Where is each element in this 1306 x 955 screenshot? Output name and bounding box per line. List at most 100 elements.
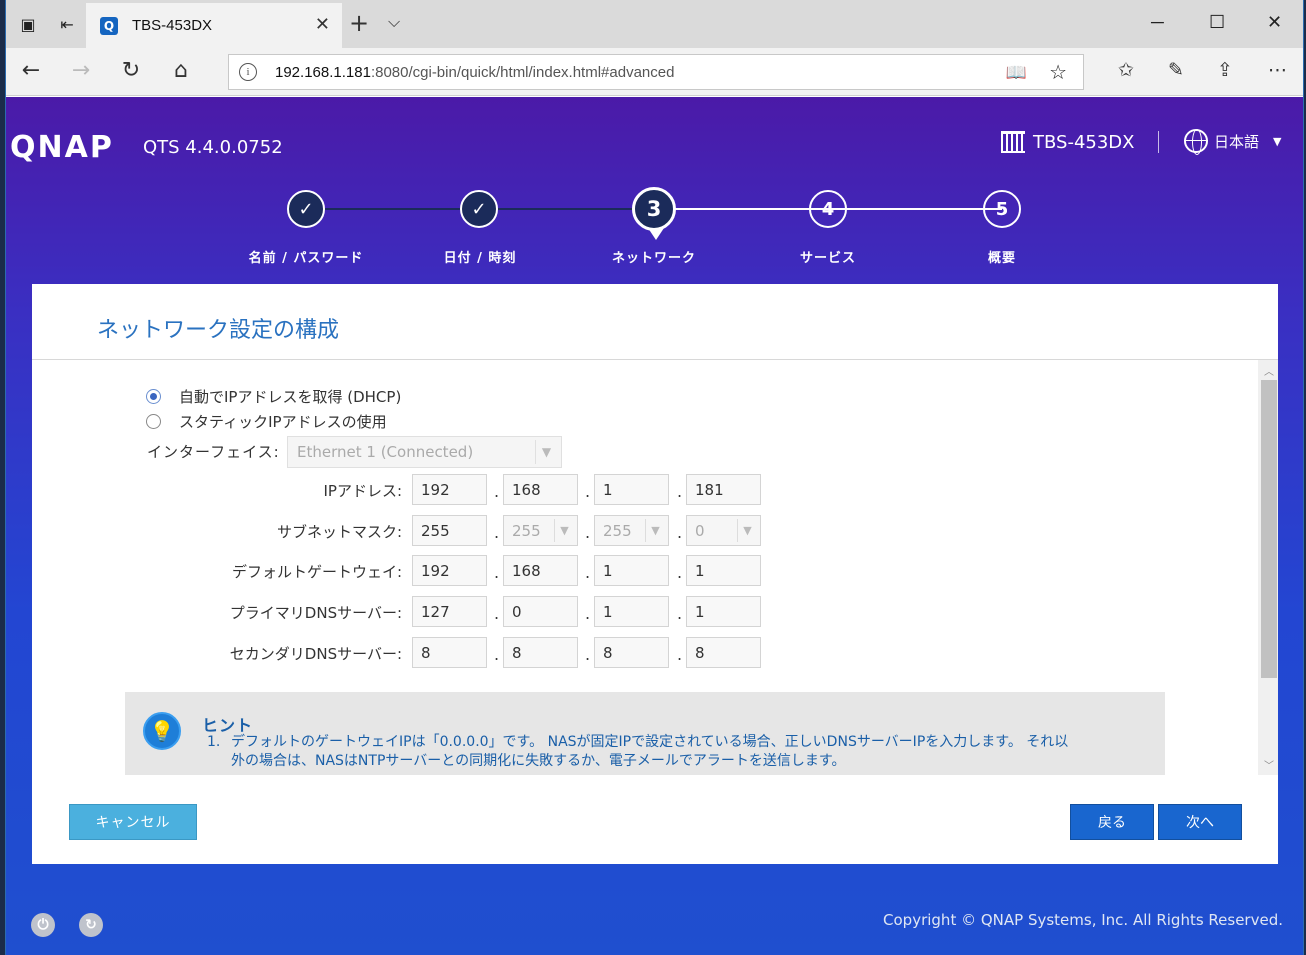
interface-value: Ethernet 1 (Connected) (297, 443, 474, 461)
subnet-mask-row: サブネットマスク: 255 . 255 ▼ . 255 ▼ . 0 ▼ (32, 515, 932, 547)
hint-1-line-2: 外の場合は、NASはNTPサーバーとの同期化に失敗するか、電子メールでアラートを… (231, 753, 846, 769)
reading-view-icon[interactable]: 📖 (1006, 63, 1027, 83)
forward-arrow-icon[interactable]: → (66, 58, 96, 83)
more-menu-icon[interactable]: ⋯ (1268, 59, 1287, 81)
scroll-down-icon[interactable]: ﹀ (1261, 757, 1277, 772)
scroll-up-icon[interactable]: ︿ (1261, 363, 1277, 378)
minimize-icon[interactable]: ─ (1151, 12, 1164, 33)
octet-separator: . (585, 604, 591, 623)
interface-label: インターフェイス: (147, 443, 280, 461)
octet-separator: . (494, 482, 500, 501)
dns1-octet-4[interactable]: 1 (686, 596, 761, 627)
url-path: :8080/cgi-bin/quick/html/index.html#adva… (370, 63, 675, 81)
device-name-text: TBS-453DX (1033, 131, 1135, 153)
browser-window: ▣ ⇤ Q TBS-453DX ✕ + ⌵ ─ ☐ ✕ ← → ↻ ⌂ i 19… (5, 0, 1304, 955)
primary-dns-label: プライマリDNSサーバー: (229, 604, 402, 622)
gateway-octet-1[interactable]: 192 (412, 555, 487, 586)
device-name: TBS-453DX (1001, 131, 1135, 153)
url-input[interactable]: i 192.168.1.181:8080/cgi-bin/quick/html/… (228, 54, 1084, 90)
copyright-text: Copyright © QNAP Systems, Inc. All Right… (883, 911, 1283, 929)
dns2-octet-1[interactable]: 8 (412, 637, 487, 668)
caret-down-icon: ▼ (1273, 134, 1282, 148)
static-ip-label: スタティックIPアドレスの使用 (179, 413, 387, 431)
step-connector (306, 208, 479, 210)
subnet-octet-2-select[interactable]: 255 ▼ (503, 515, 578, 546)
static-ip-option[interactable]: スタティックIPアドレスの使用 (146, 411, 387, 432)
dns2-octet-4[interactable]: 8 (686, 637, 761, 668)
site-info-icon[interactable]: i (239, 63, 257, 81)
gateway-octet-4[interactable]: 1 (686, 555, 761, 586)
dns1-octet-1[interactable]: 127 (412, 596, 487, 627)
subnet-octet-4-value: 0 (695, 521, 705, 540)
step-connector (654, 208, 829, 210)
step-connector (829, 208, 1002, 210)
qnap-setup-page: QNAP QTS 4.4.0.0752 TBS-453DX 日本語 ▼ ✓ ✓ … (6, 97, 1303, 955)
ip-octet-2[interactable]: 168 (503, 474, 578, 505)
subnet-octet-1[interactable]: 255 (412, 515, 487, 546)
settings-scroll-area[interactable]: 自動でIPアドレスを取得 (DHCP) スタティックIPアドレスの使用 インター… (32, 360, 1278, 775)
dns2-octet-2[interactable]: 8 (503, 637, 578, 668)
ip-octet-4[interactable]: 181 (686, 474, 761, 505)
octet-separator: . (494, 645, 500, 664)
gateway-octet-2[interactable]: 168 (503, 555, 578, 586)
octet-separator: . (677, 523, 683, 542)
step-3-current: 3 (632, 187, 676, 231)
ip-address-label: IPアドレス: (323, 482, 402, 500)
tab-title: TBS-453DX (132, 17, 213, 34)
step-5: 5 (983, 190, 1021, 228)
new-tab-icon[interactable]: + (349, 9, 369, 37)
qnap-favicon-icon: Q (100, 16, 118, 35)
cancel-button[interactable]: キャンセル (69, 804, 197, 840)
notes-pen-icon[interactable]: ✎ (1168, 59, 1184, 81)
chevron-down-icon: ▼ (535, 440, 557, 464)
close-window-icon[interactable]: ✕ (1267, 12, 1282, 33)
dhcp-option[interactable]: 自動でIPアドレスを取得 (DHCP) (146, 386, 401, 407)
favorite-star-icon[interactable]: ☆ (1049, 60, 1067, 84)
ip-octet-1[interactable]: 192 (412, 474, 487, 505)
restart-icon[interactable]: ↻ (79, 913, 103, 937)
dhcp-radio[interactable] (146, 389, 161, 404)
static-ip-radio[interactable] (146, 414, 161, 429)
primary-dns-row: プライマリDNSサーバー: 127 . 0 . 1 . 1 (32, 596, 932, 628)
qts-version: QTS 4.4.0.0752 (143, 137, 283, 158)
dns1-octet-2[interactable]: 0 (503, 596, 578, 627)
maximize-icon[interactable]: ☐ (1209, 12, 1225, 33)
subnet-octet-3-value: 255 (603, 521, 632, 540)
subnet-mask-label: サブネットマスク: (276, 523, 402, 541)
tab-list-chevron-icon[interactable]: ⌵ (388, 12, 400, 32)
ip-octet-3[interactable]: 1 (594, 474, 669, 505)
octet-separator: . (677, 482, 683, 501)
octet-separator: . (677, 604, 683, 623)
globe-icon (1184, 129, 1208, 155)
tab-actions-icon[interactable]: ▣ (14, 10, 42, 38)
step-label-services: サービス (799, 251, 856, 266)
next-button[interactable]: 次へ (1158, 804, 1242, 840)
gateway-octet-3[interactable]: 1 (594, 555, 669, 586)
home-icon[interactable]: ⌂ (166, 58, 196, 83)
dns2-octet-3[interactable]: 8 (594, 637, 669, 668)
octet-separator: . (677, 563, 683, 582)
share-icon[interactable]: ⇪ (1217, 59, 1233, 81)
power-icon[interactable]: ⏻ (31, 913, 55, 937)
scrollbar-thumb[interactable] (1261, 380, 1277, 678)
hint-text: 1. デフォルトのゲートウェイIPは「0.0.0.0」です。 NASが固定IPで設… (207, 733, 1147, 771)
back-arrow-icon[interactable]: ← (16, 58, 46, 83)
dns1-octet-3[interactable]: 1 (594, 596, 669, 627)
back-button[interactable]: 戻る (1070, 804, 1154, 840)
octet-separator: . (494, 563, 500, 582)
browser-tab[interactable]: Q TBS-453DX ✕ (86, 3, 342, 48)
subnet-octet-3-select[interactable]: 255 ▼ (594, 515, 669, 546)
page-title: ネットワーク設定の構成 (97, 318, 340, 343)
subnet-octet-4-select[interactable]: 0 ▼ (686, 515, 761, 546)
close-tab-icon[interactable]: ✕ (315, 14, 330, 35)
favorites-list-icon[interactable]: ✩ (1118, 59, 1134, 81)
dhcp-label: 自動でIPアドレスを取得 (DHCP) (179, 388, 402, 406)
set-aside-tabs-icon[interactable]: ⇤ (53, 10, 81, 38)
octet-separator: . (585, 563, 591, 582)
language-selector[interactable]: 日本語 ▼ (1184, 129, 1282, 155)
address-bar: ← → ↻ ⌂ i 192.168.1.181:8080/cgi-bin/qui… (6, 48, 1303, 96)
refresh-icon[interactable]: ↻ (116, 58, 146, 83)
interface-select[interactable]: Ethernet 1 (Connected) ▼ (287, 436, 562, 468)
vertical-scrollbar[interactable]: ︿ ﹀ (1258, 360, 1278, 775)
gateway-row: デフォルトゲートウェイ: 192 . 168 . 1 . 1 (32, 555, 932, 587)
